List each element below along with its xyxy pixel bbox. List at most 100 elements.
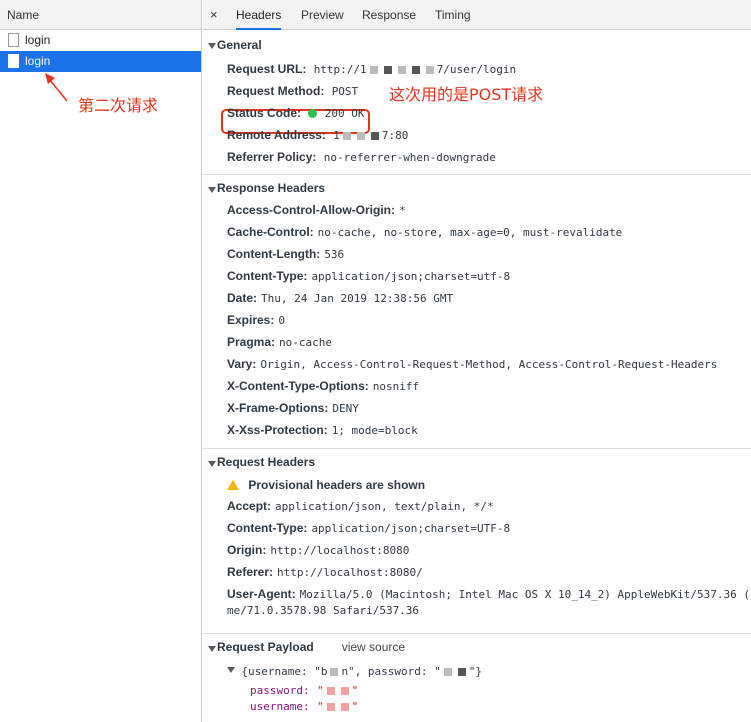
- request-url-value: http://1 7/user/login: [313, 63, 517, 76]
- remote-address-row: Remote Address: 1 7:80: [227, 128, 408, 142]
- header-row: User-Agent: Mozilla/5.0 (Macintosh; Intel…: [227, 587, 750, 601]
- header-key: X-Content-Type-Options:: [227, 379, 369, 393]
- header-value: no-cache: [279, 336, 333, 349]
- close-icon[interactable]: ×: [210, 0, 218, 30]
- header-value: application/json;charset=UTF-8: [311, 522, 511, 535]
- header-key: Pragma:: [227, 335, 276, 349]
- details-tabbar: × Headers Preview Response Timing: [203, 0, 751, 30]
- request-item-label: login: [25, 33, 51, 47]
- annotation-second-request: 第二次请求: [78, 96, 159, 115]
- provisional-warning-text: Provisional headers are shown: [248, 478, 426, 492]
- header-value: nosniff: [372, 380, 420, 393]
- header-key: Content-Length:: [227, 247, 321, 261]
- request-method-row: Request Method: POST: [227, 84, 358, 98]
- payload-summary[interactable]: {username: "b n", password: " "}: [227, 664, 482, 678]
- document-icon: [8, 33, 19, 47]
- request-method-key: Request Method:: [227, 84, 325, 98]
- request-payload-title[interactable]: Request Payload view source: [217, 640, 405, 654]
- header-value: http://localhost:8080/: [277, 566, 423, 579]
- view-source-link[interactable]: view source: [342, 640, 405, 654]
- header-key: Access-Control-Allow-Origin:: [227, 203, 396, 217]
- request-url-row: Request URL: http://1 7/user/login: [227, 62, 516, 76]
- tab-headers[interactable]: Headers: [236, 0, 282, 30]
- header-value: application/json, text/plain, */*: [275, 500, 494, 513]
- caret-down-icon[interactable]: [208, 461, 216, 467]
- header-value: http://localhost:8080: [270, 544, 410, 557]
- payload-password-value: " ": [316, 684, 359, 697]
- header-key: Vary:: [227, 357, 257, 371]
- details-panel: × Headers Preview Response Timing Genera…: [203, 0, 751, 722]
- header-row: X-Content-Type-Options: nosniff: [227, 379, 419, 393]
- header-row: Accept: application/json, text/plain, */*: [227, 499, 494, 513]
- status-code-row: Status Code: 200 OK: [227, 106, 364, 120]
- payload-username-row: username: " ": [250, 699, 358, 713]
- general-section: General Request URL: http://1 7/user/logi…: [203, 30, 751, 175]
- payload-password-row: password: " ": [250, 683, 358, 697]
- payload-summary-text: {username: "b n", password: " "}: [241, 665, 483, 678]
- tab-response[interactable]: Response: [362, 0, 416, 30]
- header-row: X-Xss-Protection: 1; mode=block: [227, 423, 418, 437]
- header-key: Referer:: [227, 565, 274, 579]
- request-headers-section: Request Headers Provisional headers are …: [203, 449, 751, 634]
- request-item-login-1[interactable]: login: [0, 30, 201, 51]
- header-key: X-Xss-Protection:: [227, 423, 328, 437]
- header-key: X-Frame-Options:: [227, 401, 329, 415]
- header-value: 536: [324, 248, 345, 261]
- request-method-value: POST: [331, 85, 359, 98]
- header-row: Origin: http://localhost:8080: [227, 543, 409, 557]
- warning-icon: [227, 480, 239, 490]
- annotation-post-note: 这次用的是POST请求: [389, 85, 544, 104]
- tab-timing[interactable]: Timing: [435, 0, 471, 30]
- header-key: Origin:: [227, 543, 267, 557]
- request-item-label: login: [25, 54, 51, 68]
- user-agent-cont-value: me/71.0.3578.98 Safari/537.36: [227, 604, 420, 617]
- header-row: Date: Thu, 24 Jan 2019 12:38:56 GMT: [227, 291, 453, 305]
- header-row: Expires: 0: [227, 313, 285, 327]
- header-key: Content-Type:: [227, 521, 308, 535]
- header-key: Cache-Control:: [227, 225, 314, 239]
- header-row: Access-Control-Allow-Origin: *: [227, 203, 406, 217]
- header-value: Mozilla/5.0 (Macintosh; Intel Mac OS X 1…: [299, 588, 751, 601]
- caret-down-icon[interactable]: [227, 667, 235, 673]
- tab-preview[interactable]: Preview: [301, 0, 344, 30]
- header-key: Content-Type:: [227, 269, 308, 283]
- header-key: Date:: [227, 291, 258, 305]
- response-headers-section: Response Headers Access-Control-Allow-Or…: [203, 175, 751, 449]
- payload-password-key: password:: [250, 684, 310, 697]
- request-headers-title[interactable]: Request Headers: [217, 455, 315, 469]
- header-row: Vary: Origin, Access-Control-Request-Meth…: [227, 357, 717, 371]
- response-headers-title[interactable]: Response Headers: [217, 181, 325, 195]
- header-value: 0: [278, 314, 285, 327]
- header-value: DENY: [332, 402, 359, 415]
- provisional-warning: Provisional headers are shown: [227, 478, 425, 492]
- referrer-policy-row: Referrer Policy: no-referrer-when-downgr…: [227, 150, 496, 164]
- header-row: Content-Type: application/json;charset=UT…: [227, 521, 510, 535]
- remote-address-key: Remote Address:: [227, 128, 326, 142]
- header-row: Content-Length: 536: [227, 247, 344, 261]
- request-url-key: Request URL:: [227, 62, 307, 76]
- header-value: application/json;charset=utf-8: [311, 270, 511, 283]
- name-column-header[interactable]: Name: [0, 0, 201, 30]
- payload-username-value: " ": [316, 700, 359, 713]
- request-payload-section: Request Payload view source {username: "b…: [203, 634, 751, 722]
- header-row: X-Frame-Options: DENY: [227, 401, 359, 415]
- caret-down-icon[interactable]: [208, 187, 216, 193]
- referrer-policy-key: Referrer Policy:: [227, 150, 317, 164]
- request-item-login-2[interactable]: login: [0, 51, 201, 72]
- header-row: Cache-Control: no-cache, no-store, max-ag…: [227, 225, 622, 239]
- header-key: Expires:: [227, 313, 275, 327]
- payload-username-key: username:: [250, 700, 310, 713]
- caret-down-icon[interactable]: [208, 646, 216, 652]
- header-row: Referer: http://localhost:8080/: [227, 565, 423, 579]
- header-value: 1; mode=block: [331, 424, 418, 437]
- remote-address-value: 1 7:80: [333, 129, 409, 142]
- header-key: User-Agent:: [227, 587, 296, 601]
- referrer-policy-value: no-referrer-when-downgrade: [323, 151, 496, 164]
- status-code-key: Status Code:: [227, 106, 302, 120]
- general-section-title[interactable]: General: [217, 38, 262, 52]
- header-row: Content-Type: application/json;charset=ut…: [227, 269, 510, 283]
- caret-down-icon[interactable]: [208, 43, 216, 49]
- header-value: no-cache, no-store, max-age=0, must-reva…: [317, 226, 623, 239]
- status-ok-icon: [308, 109, 318, 118]
- header-row: Pragma: no-cache: [227, 335, 332, 349]
